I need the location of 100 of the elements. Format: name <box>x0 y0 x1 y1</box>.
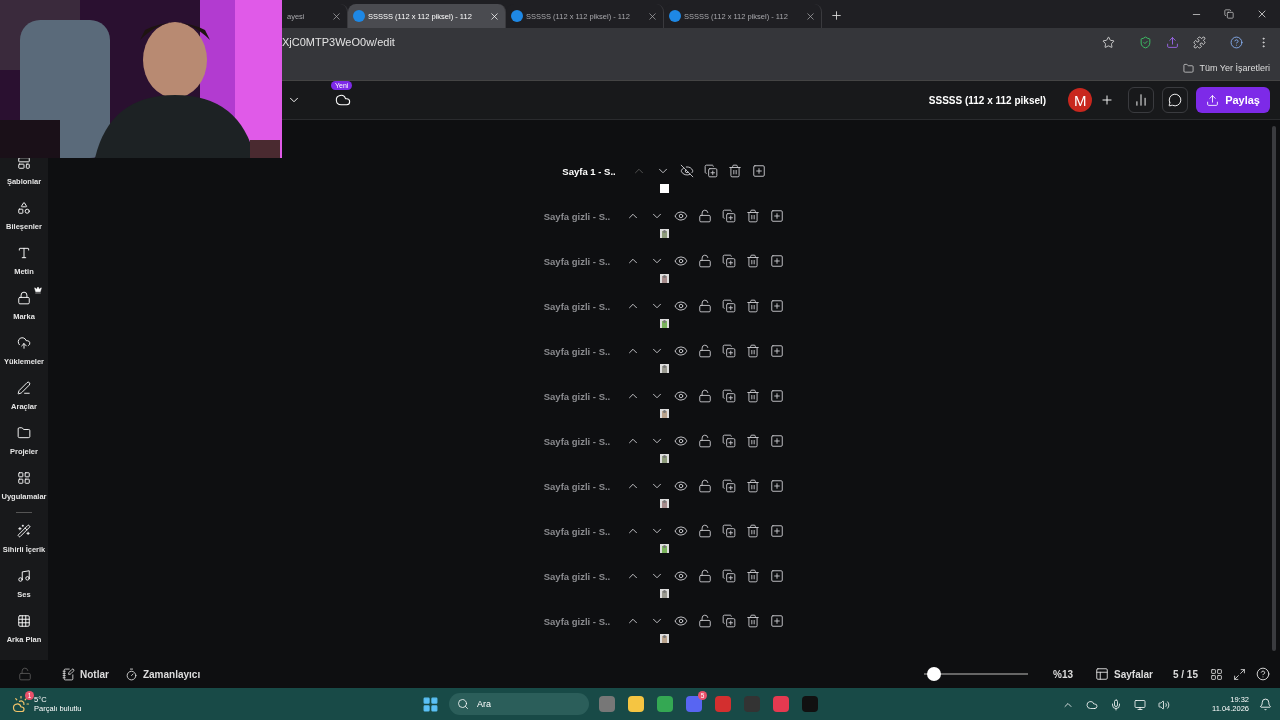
notes-icon <box>62 667 75 681</box>
insights-button[interactable] <box>1128 87 1155 113</box>
unlock-icon <box>698 524 713 538</box>
duplicate-icon <box>722 434 737 448</box>
page-title[interactable]: Sayfa gizli - S.. <box>543 345 611 357</box>
page-title[interactable]: Sayfa gizli - S.. <box>543 480 611 492</box>
duplicate-icon <box>722 344 737 358</box>
eye-icon <box>674 254 689 268</box>
app-icon[interactable] <box>744 696 760 712</box>
sidebar-icon <box>17 426 31 440</box>
sidebar-icon <box>17 381 31 395</box>
sidebar-icon <box>17 471 31 485</box>
app-icon[interactable] <box>599 696 615 712</box>
trash-icon <box>746 299 761 313</box>
bell-icon <box>1259 697 1272 711</box>
trash-icon <box>746 479 761 493</box>
unlock-icon <box>698 434 713 448</box>
star-icon <box>1102 35 1115 49</box>
trash-icon <box>746 524 761 538</box>
eye-icon <box>674 299 689 313</box>
unlock-icon <box>698 299 713 313</box>
weather-icon <box>12 695 30 713</box>
eye-off-icon <box>679 164 694 178</box>
app-icon <box>669 10 681 22</box>
mic-icon <box>1110 699 1122 711</box>
page-title[interactable]: Sayfa gizli - S.. <box>543 570 611 582</box>
page-title[interactable]: Sayfa gizli - S.. <box>543 615 611 627</box>
page-title[interactable]: Sayfa gizli - S.. <box>543 390 611 402</box>
pages-icon <box>1095 667 1110 681</box>
shield-icon <box>1139 35 1152 49</box>
sidebar-icon <box>17 524 31 538</box>
add-page-icon <box>770 479 785 493</box>
page-title[interactable]: Sayfa gizli - S.. <box>543 255 611 267</box>
timer-button[interactable]: Zamanlayıcı <box>120 667 205 681</box>
unlock-icon <box>698 209 713 223</box>
unlock-icon <box>698 389 713 403</box>
eye-icon <box>674 209 689 223</box>
fullscreen-icon <box>1233 667 1246 681</box>
sidebar-icon <box>17 291 31 305</box>
add-page-icon <box>770 614 785 628</box>
crown-icon <box>34 286 42 294</box>
chat-app-icon[interactable] <box>686 696 702 712</box>
browser-app-icon[interactable] <box>657 696 673 712</box>
duplicate-icon <box>722 299 737 313</box>
duplicate-icon <box>703 164 718 178</box>
share-button[interactable]: Paylaş <box>1196 87 1270 113</box>
trash-icon <box>727 164 742 178</box>
folder-app-icon[interactable] <box>628 696 644 712</box>
duplicate-icon <box>722 254 737 268</box>
page-title[interactable]: Sayfa gizli - S.. <box>543 300 611 312</box>
duplicate-icon <box>722 209 737 223</box>
close-icon <box>647 10 658 22</box>
page-title[interactable]: Sayfa gizli - S.. <box>543 435 611 447</box>
grid-icon <box>1210 667 1223 681</box>
add-page-icon <box>770 344 785 358</box>
cloud-icon <box>1086 699 1098 711</box>
help-icon <box>1256 667 1270 681</box>
volume-icon <box>1158 699 1170 711</box>
trash-icon <box>746 254 761 268</box>
lock-icon <box>18 667 32 681</box>
search-field[interactable]: Ara <box>449 693 589 715</box>
trash-icon <box>746 344 761 358</box>
chart-icon <box>1134 93 1149 107</box>
app-icon[interactable] <box>773 696 789 712</box>
app-icon <box>353 10 365 22</box>
page-title[interactable]: Sayfa gizli - S.. <box>543 525 611 537</box>
sidebar-icon <box>17 246 31 260</box>
close-icon <box>1256 8 1268 20</box>
trash-icon <box>746 434 761 448</box>
trash-icon <box>746 614 761 628</box>
page-thumbnail[interactable] <box>659 184 669 193</box>
sidebar-icon <box>17 156 31 170</box>
pages-button[interactable]: Sayfalar <box>1091 667 1157 681</box>
page-title[interactable]: Sayfa gizli - S.. <box>543 210 611 222</box>
duplicate-icon <box>722 614 737 628</box>
search-icon <box>457 698 469 710</box>
bookmarks-link[interactable]: Tüm Yer İşaretleri <box>1199 63 1270 73</box>
unlock-icon <box>698 479 713 493</box>
cloud-icon <box>335 92 351 108</box>
upload-icon <box>1206 93 1220 107</box>
eye-icon <box>674 614 689 628</box>
comment-button[interactable] <box>1162 87 1189 113</box>
add-page-icon <box>770 209 785 223</box>
add-page-icon <box>751 164 766 178</box>
eye-icon <box>674 344 689 358</box>
page-count: 5 / 15 <box>1172 668 1198 680</box>
puzzle-icon <box>1193 35 1206 49</box>
plus-icon <box>830 9 843 22</box>
unlock-icon <box>698 254 713 268</box>
folder-icon <box>1183 62 1195 74</box>
avatar[interactable]: M <box>1068 88 1093 112</box>
page-title[interactable]: Sayfa 1 - S.. <box>562 165 616 177</box>
sidebar-icon <box>17 336 31 350</box>
eye-icon <box>674 524 689 538</box>
comment-icon <box>1168 93 1183 107</box>
notes-button[interactable]: Notlar <box>58 667 113 681</box>
app-icon[interactable] <box>802 696 818 712</box>
app-icon[interactable] <box>715 696 731 712</box>
unlock-icon <box>698 569 713 583</box>
slider-thumb[interactable] <box>927 667 942 681</box>
